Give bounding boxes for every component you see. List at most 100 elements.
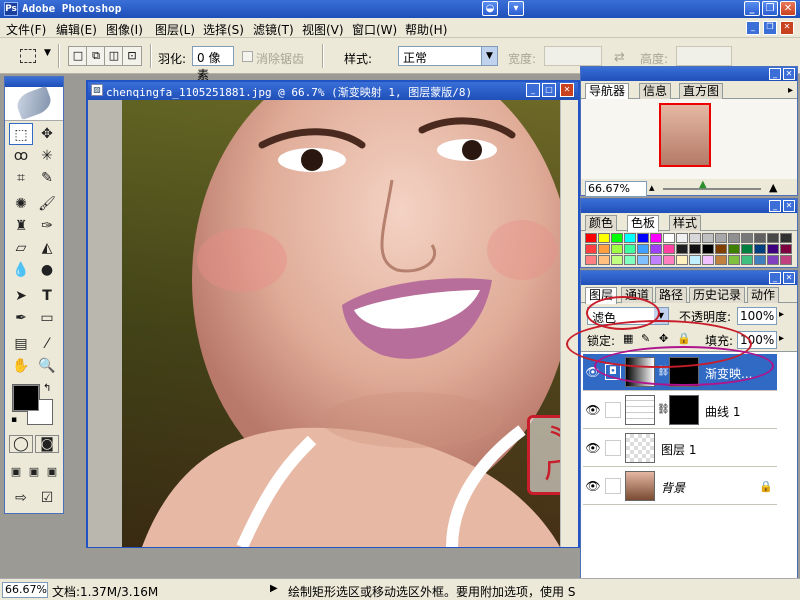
eraser-tool-icon[interactable]: ▱ (9, 237, 33, 259)
color-swatch[interactable] (780, 233, 792, 243)
blur-tool-icon[interactable]: 💧 (9, 259, 33, 281)
color-swatch[interactable] (663, 233, 675, 243)
imageready-icon[interactable]: ☑ (35, 487, 59, 509)
vertical-scrollbar[interactable] (560, 100, 578, 547)
color-swatch[interactable] (767, 244, 779, 254)
color-swatch[interactable] (598, 255, 610, 265)
clone-stamp-tool-icon[interactable]: ♜ (9, 215, 33, 237)
menu-layer[interactable]: 图层(L) (155, 21, 195, 38)
width-input[interactable] (544, 46, 602, 66)
zoom-in-icon[interactable]: ▲ (769, 181, 777, 194)
healing-brush-tool-icon[interactable]: ✺ (9, 193, 33, 215)
color-swatch[interactable] (598, 233, 610, 243)
doc-restore-button[interactable]: ❐ (763, 21, 777, 35)
color-swatch[interactable] (650, 244, 662, 254)
move-tool-icon[interactable]: ✥ (35, 123, 59, 145)
color-swatch[interactable] (585, 255, 597, 265)
opacity-input[interactable]: 100% (737, 307, 777, 325)
color-swatch[interactable] (611, 255, 623, 265)
history-brush-tool-icon[interactable]: ✑ (35, 215, 59, 237)
layers-minimize-button[interactable]: _ (769, 272, 781, 284)
color-swatch[interactable] (715, 244, 727, 254)
dropdown-icon[interactable]: ▾ (508, 1, 524, 16)
color-swatch[interactable] (611, 233, 623, 243)
color-swatch[interactable] (741, 255, 753, 265)
doc-win-close-button[interactable]: ✕ (560, 83, 574, 97)
notes-tool-icon[interactable]: ▤ (9, 333, 33, 355)
doc-minimize-button[interactable]: _ (746, 21, 760, 35)
menu-help[interactable]: 帮助(H) (405, 21, 447, 38)
brush-tool-icon[interactable]: 🖌 (35, 193, 59, 215)
menu-file[interactable]: 文件(F) (6, 21, 46, 38)
subtract-selection-icon[interactable]: ◫ (104, 46, 124, 66)
status-zoom-field[interactable]: 66.67% (2, 582, 48, 598)
slice-tool-icon[interactable]: ✎ (35, 167, 59, 189)
color-swatch[interactable] (676, 244, 688, 254)
color-swatch[interactable] (741, 233, 753, 243)
chevron-down-icon[interactable]: ▼ (44, 48, 51, 58)
navigator-minimize-button[interactable]: _ (769, 68, 781, 80)
layer-row-background[interactable]: 👁 背景 🔒 (583, 468, 777, 505)
layers-close-button[interactable]: ✕ (783, 272, 795, 284)
style-select[interactable]: 正常 ▼ (398, 46, 498, 66)
color-swatch[interactable] (624, 233, 636, 243)
swatches-close-button[interactable]: ✕ (783, 200, 795, 212)
tab-navigator[interactable]: 导航器 (585, 83, 630, 100)
screen-mode-std-icon[interactable]: ▣ (7, 461, 25, 483)
navigator-thumbnail[interactable] (659, 103, 711, 167)
rect-marquee-preset-icon[interactable] (20, 49, 36, 63)
color-swatch[interactable] (585, 244, 597, 254)
doc-close-button[interactable]: ✕ (780, 21, 794, 35)
visibility-eye-icon[interactable]: 👁 (585, 440, 601, 456)
menu-extras-icon[interactable]: ◒ (482, 1, 498, 16)
color-swatch[interactable] (702, 244, 714, 254)
zoom-out-icon[interactable]: ▴ (649, 181, 655, 194)
crop-tool-icon[interactable]: ⌗ (9, 167, 33, 189)
menu-image[interactable]: 图像(I) (106, 21, 143, 38)
hand-tool-icon[interactable]: ✋ (9, 355, 33, 377)
tab-swatches[interactable]: 色板 (627, 215, 660, 232)
color-swatch[interactable] (715, 233, 727, 243)
tab-info[interactable]: 信息 (639, 83, 672, 99)
menu-edit[interactable]: 编辑(E) (56, 21, 97, 38)
color-swatch[interactable] (663, 255, 675, 265)
color-swatch[interactable] (663, 244, 675, 254)
document-title-bar[interactable]: ▨ chenqingfa_1105251881.jpg @ 66.7% (渐变映… (88, 82, 578, 100)
color-swatch[interactable] (780, 244, 792, 254)
color-swatch[interactable] (767, 255, 779, 265)
photo-canvas[interactable]: ⺀⺁ (122, 100, 560, 547)
visibility-eye-icon[interactable]: 👁 (585, 402, 601, 418)
dodge-tool-icon[interactable]: ● (35, 259, 59, 281)
color-swatch[interactable] (728, 255, 740, 265)
menu-window[interactable]: 窗口(W) (352, 21, 397, 38)
shape-tool-icon[interactable]: ▭ (35, 307, 59, 329)
color-swatch[interactable] (728, 233, 740, 243)
color-swatch[interactable] (767, 233, 779, 243)
color-swatch[interactable] (689, 255, 701, 265)
layer-row-layer1[interactable]: 👁 图层 1 (583, 430, 777, 467)
tab-history[interactable]: 历史记录 (689, 287, 746, 303)
color-swatch[interactable] (598, 244, 610, 254)
color-swatch[interactable] (676, 233, 688, 243)
fill-arrow-icon[interactable]: ▸ (779, 333, 784, 344)
zoom-slider[interactable] (663, 188, 761, 190)
default-colors-icon[interactable]: ▪ (11, 415, 17, 425)
style-dropdown-icon[interactable]: ▼ (481, 47, 497, 65)
doc-win-minimize-button[interactable]: _ (526, 83, 540, 97)
menu-select[interactable]: 选择(S) (203, 21, 244, 38)
visibility-eye-icon[interactable]: 👁 (585, 478, 601, 494)
color-swatch[interactable] (637, 255, 649, 265)
navigator-zoom-field[interactable]: 66.67% (585, 181, 647, 197)
color-swatch[interactable] (676, 255, 688, 265)
menu-view[interactable]: 视图(V) (302, 21, 344, 38)
doc-win-maximize-button[interactable]: □ (542, 83, 556, 97)
color-swatch[interactable] (611, 244, 623, 254)
color-swatch[interactable] (689, 233, 701, 243)
color-swatch[interactable] (715, 255, 727, 265)
color-swatch[interactable] (585, 233, 597, 243)
quickmask-mode-icon[interactable]: ◙ (35, 435, 59, 453)
tab-color[interactable]: 颜色 (585, 215, 618, 231)
color-swatch[interactable] (702, 255, 714, 265)
new-selection-icon[interactable]: □ (68, 46, 88, 66)
color-swatch[interactable] (650, 233, 662, 243)
